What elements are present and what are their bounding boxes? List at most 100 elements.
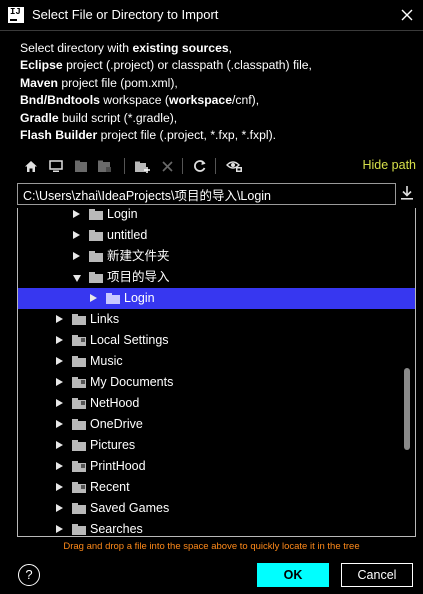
tree-row[interactable]: PrintHood: [18, 456, 415, 477]
home-button[interactable]: [22, 156, 40, 176]
folder-icon: [72, 524, 86, 535]
tree-row-label: Recent: [90, 480, 130, 494]
description-emphasis: workspace: [168, 93, 232, 108]
title-bar: IJ Select File or Directory to Import: [0, 0, 423, 31]
expand-arrow-right-icon[interactable]: [56, 399, 63, 407]
tree-row[interactable]: Music: [18, 351, 415, 372]
folder-icon: [89, 209, 103, 220]
description-line: Flash Builder project file (.project, *.…: [20, 127, 415, 144]
home-icon: [25, 160, 37, 172]
tree-row[interactable]: My Documents: [18, 372, 415, 393]
locate-path-button[interactable]: [400, 185, 416, 203]
desktop-button[interactable]: [47, 156, 65, 176]
description-text: project file (pom.xml),: [57, 75, 178, 90]
show-hidden-button[interactable]: [225, 156, 243, 176]
folder-icon: [89, 230, 103, 241]
expand-arrow-right-icon[interactable]: [73, 210, 80, 218]
toolbar-separator: [215, 158, 216, 174]
tree-row[interactable]: NetHood: [18, 393, 415, 414]
tree-row-label: Pictures: [90, 438, 136, 452]
folder-icon: [72, 314, 86, 325]
folder-icon: [72, 356, 86, 367]
tree-scrollbar[interactable]: [404, 368, 410, 450]
description-line: Gradle build script (*.gradle),: [20, 110, 415, 127]
folder-icon: [106, 293, 120, 304]
path-input[interactable]: [17, 183, 396, 205]
description-emphasis: Bnd/Bndtools: [20, 93, 100, 108]
tree-row-label: PrintHood: [90, 459, 146, 473]
tree-row[interactable]: Saved Games: [18, 498, 415, 519]
tree-row-label: Login: [124, 291, 155, 305]
window-title: Select File or Directory to Import: [32, 7, 219, 22]
expand-arrow-right-icon[interactable]: [56, 420, 63, 428]
description-text: ,: [228, 41, 233, 55]
tree-row[interactable]: Recent: [18, 477, 415, 498]
delete-button[interactable]: [158, 156, 176, 176]
folder-icon: [89, 251, 103, 262]
tree-row-label: Login: [107, 208, 138, 221]
expand-arrow-right-icon[interactable]: [56, 357, 63, 365]
expand-arrow-right-icon[interactable]: [56, 462, 63, 470]
description-line: Select directory with existing sources,: [20, 40, 415, 57]
tree-row-label: NetHood: [90, 396, 140, 410]
tree-row-label: Links: [90, 312, 120, 326]
tree-row-label: 新建文件夹: [107, 249, 170, 263]
tree-row[interactable]: Links: [18, 309, 415, 330]
refresh-button[interactable]: [191, 156, 209, 176]
tree-row[interactable]: 新建文件夹: [18, 246, 415, 267]
tree-row[interactable]: 项目的导入: [18, 267, 415, 288]
description-text: Select directory with: [20, 41, 133, 55]
description-emphasis: Gradle: [20, 110, 59, 125]
tree-row-label: Local Settings: [90, 333, 169, 347]
description-line: Eclipse project (.project) or classpath …: [20, 57, 415, 74]
cancel-button[interactable]: Cancel: [341, 563, 413, 587]
refresh-icon: [194, 160, 206, 172]
expand-arrow-right-icon[interactable]: [56, 315, 63, 323]
tree-row[interactable]: untitled: [18, 225, 415, 246]
special-folder-icon: [72, 335, 86, 346]
special-folder-icon: [72, 377, 86, 388]
special-folder-icon: [72, 482, 86, 493]
expand-arrow-right-icon[interactable]: [90, 294, 97, 302]
hide-path-link[interactable]: Hide path: [362, 158, 416, 172]
tree-row[interactable]: Pictures: [18, 435, 415, 456]
module-button[interactable]: [95, 156, 113, 176]
project-folder-icon: [74, 160, 87, 172]
toolbar: [20, 156, 280, 176]
help-button[interactable]: ?: [18, 564, 40, 586]
tree-row[interactable]: Login: [18, 208, 415, 225]
special-folder-icon: [72, 398, 86, 409]
tree-row-label: OneDrive: [90, 417, 143, 431]
drag-drop-hint: Drag and drop a file into the space abov…: [63, 541, 360, 552]
expand-arrow-right-icon[interactable]: [56, 483, 63, 491]
tree-row-label: My Documents: [90, 375, 174, 389]
close-button[interactable]: [395, 3, 419, 27]
expand-arrow-right-icon[interactable]: [73, 231, 80, 239]
tree-row[interactable]: Local Settings: [18, 330, 415, 351]
description-line: Maven project file (pom.xml),: [20, 75, 415, 92]
tree-row[interactable]: OneDrive: [18, 414, 415, 435]
expand-arrow-right-icon[interactable]: [56, 336, 63, 344]
description-text: build script (*.gradle),: [58, 110, 178, 125]
expand-arrow-right-icon[interactable]: [56, 504, 63, 512]
tree-row-selected[interactable]: Login: [18, 288, 415, 309]
tree-row-label: untitled: [107, 228, 148, 242]
toolbar-separator: [124, 158, 125, 174]
folder-icon: [72, 419, 86, 430]
expand-arrow-down-icon[interactable]: [73, 275, 81, 282]
close-icon: [401, 9, 413, 21]
file-tree[interactable]: Searches Saved Games Recent PrintHood Pictur…: [17, 208, 416, 537]
project-button[interactable]: [72, 156, 90, 176]
new-folder-button[interactable]: [133, 156, 151, 176]
intellij-app-icon: IJ: [8, 7, 24, 23]
description-emphasis: existing sources: [132, 41, 229, 55]
show-hidden-icon: [225, 161, 242, 172]
description-emphasis: Eclipse: [20, 58, 63, 73]
ok-button[interactable]: OK: [257, 563, 329, 587]
expand-arrow-right-icon[interactable]: [56, 378, 63, 386]
description-text: project (.project) or classpath (.classp…: [62, 58, 312, 73]
expand-arrow-right-icon[interactable]: [56, 525, 63, 533]
expand-arrow-right-icon[interactable]: [73, 252, 80, 260]
tree-row[interactable]: Searches: [18, 519, 415, 536]
expand-arrow-right-icon[interactable]: [56, 441, 63, 449]
